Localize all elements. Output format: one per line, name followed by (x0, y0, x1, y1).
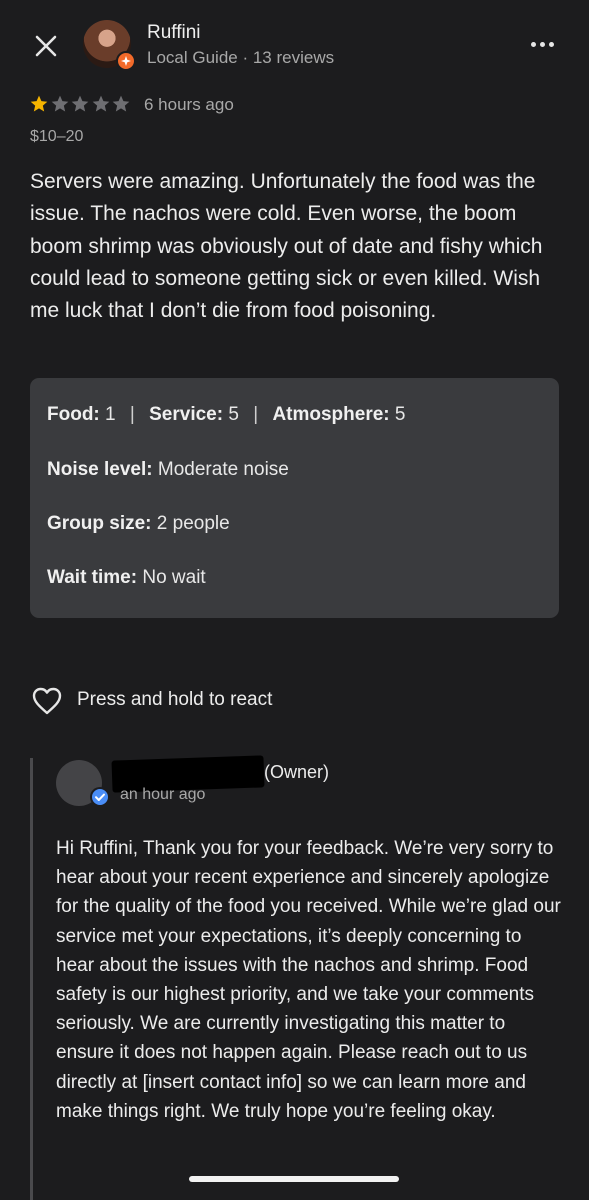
review-text: Servers were amazing. Unfortunately the … (30, 170, 543, 323)
close-icon[interactable] (30, 30, 62, 62)
noise-label: Noise level: (47, 459, 153, 480)
wait-time-row: Wait time: No wait (47, 567, 206, 589)
group-size-row: Group size: 2 people (47, 513, 230, 535)
reviewer-meta: Local Guide · 13 reviews (147, 48, 335, 67)
noise-value: Moderate noise (157, 459, 289, 480)
star-empty-icon (51, 95, 68, 112)
review-attributes: Food: 1 | Service: 5 | Atmosphere: 5 Noi… (30, 378, 559, 618)
atmosphere-label: Atmosphere: (272, 404, 390, 425)
home-indicator[interactable] (189, 1176, 399, 1182)
separator: | (129, 404, 135, 425)
star-filled-icon (30, 95, 48, 112)
review-header: Ruffini Local Guide · 13 reviews (0, 0, 589, 90)
react-label[interactable]: Press and hold to react (77, 689, 272, 711)
noise-level-row: Noise level: Moderate noise (47, 459, 289, 481)
react-button[interactable] (31, 686, 63, 716)
close-button[interactable] (30, 30, 62, 62)
group-label: Group size: (47, 513, 152, 534)
more-options-button[interactable] (526, 32, 558, 56)
service-value: 5 (228, 404, 239, 425)
service-label: Service: (149, 404, 224, 425)
wait-label: Wait time: (47, 567, 138, 588)
food-value: 1 (105, 404, 116, 425)
owner-reply-time: an hour ago (120, 786, 206, 803)
price-range: $10–20 (30, 128, 84, 145)
separator: | (253, 404, 259, 425)
owner-role: (Owner) (264, 762, 330, 782)
reviewer-name[interactable]: Ruffini (147, 22, 201, 44)
heart-icon[interactable] (31, 686, 63, 716)
verified-badge-icon (90, 787, 110, 807)
owner-reply-text: Hi Ruffini, Thank you for your feedback.… (56, 838, 561, 1122)
local-guide-badge-icon (116, 51, 136, 71)
wait-value: No wait (142, 567, 206, 588)
ratings-breakdown: Food: 1 | Service: 5 | Atmosphere: 5 (47, 404, 405, 426)
group-value: 2 people (156, 513, 230, 534)
atmosphere-value: 5 (394, 404, 406, 425)
star-empty-icon (71, 95, 89, 112)
food-label: Food: (47, 404, 100, 425)
star-empty-icon (112, 95, 130, 112)
star-rating (29, 94, 132, 116)
review-time: 6 hours ago (144, 95, 234, 114)
star-empty-icon (92, 95, 109, 112)
more-options-icon (530, 41, 536, 47)
reply-divider (30, 758, 33, 1200)
